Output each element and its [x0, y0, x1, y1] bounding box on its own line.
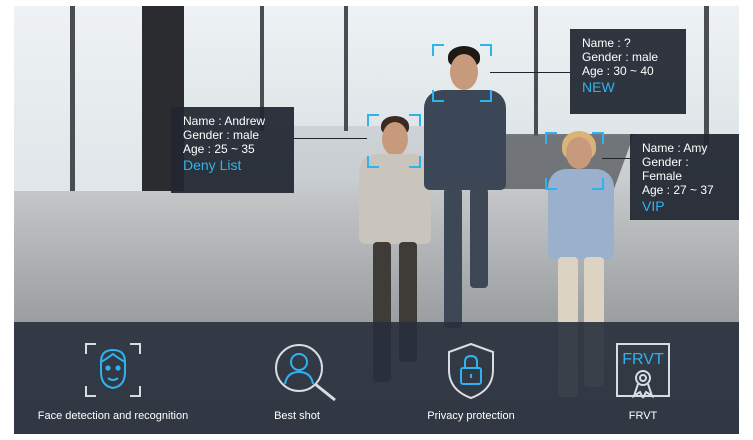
info-card-andrew: Name : Andrew Gender : male Age : 25 ~ 3…	[171, 107, 294, 193]
person-tag: VIP	[642, 198, 665, 214]
person-name: Name : Andrew	[183, 114, 266, 128]
person-name: Name : Amy	[642, 141, 708, 155]
surveillance-scene: Name : Andrew Gender : male Age : 25 ~ 3…	[14, 6, 739, 434]
person-gender: Gender : male	[183, 128, 260, 142]
window-frame	[344, 6, 348, 131]
frvt-badge-text: FRVT	[622, 351, 664, 368]
person-tag: Deny List	[183, 157, 242, 173]
info-card-amy: Name : Amy Gender : Female Age : 27 ~ 37…	[630, 134, 739, 220]
person-gender: Gender : male	[582, 50, 659, 64]
window-frame	[534, 6, 538, 136]
person-age: Age : 27 ~ 37	[642, 183, 714, 197]
best-shot-icon	[275, 344, 336, 402]
connector-line	[602, 158, 630, 159]
feature-privacy-protection: Privacy protection	[406, 322, 536, 434]
feature-best-shot: Best shot	[242, 322, 352, 434]
feature-face-detection: Face detection and recognition	[38, 322, 188, 434]
connector-line	[294, 138, 367, 139]
privacy-shield-icon	[448, 342, 494, 400]
feature-bar: Face detection and recognition Best shot…	[14, 322, 739, 434]
feature-label: FRVT	[628, 410, 658, 422]
person-name: Name : ?	[582, 36, 631, 50]
frvt-certificate-icon: FRVT	[616, 343, 670, 399]
person-age: Age : 30 ~ 40	[582, 64, 654, 78]
feature-label: Privacy protection	[427, 410, 515, 422]
window-frame	[70, 6, 75, 206]
face-detection-icon	[85, 343, 141, 397]
feature-label: Best shot	[274, 410, 320, 422]
feature-label: Face detection and recognition	[37, 410, 189, 422]
window-pane	[14, 6, 142, 206]
window-frame	[704, 6, 709, 146]
person-unknown	[414, 46, 514, 346]
info-card-unknown: Name : ? Gender : male Age : 30 ~ 40 NEW	[570, 29, 686, 114]
feature-frvt: FRVT FRVT	[598, 322, 688, 434]
person-age: Age : 25 ~ 35	[183, 142, 255, 156]
person-gender: Gender : Female	[642, 155, 689, 183]
person-tag: NEW	[582, 79, 615, 95]
connector-line	[490, 72, 570, 73]
